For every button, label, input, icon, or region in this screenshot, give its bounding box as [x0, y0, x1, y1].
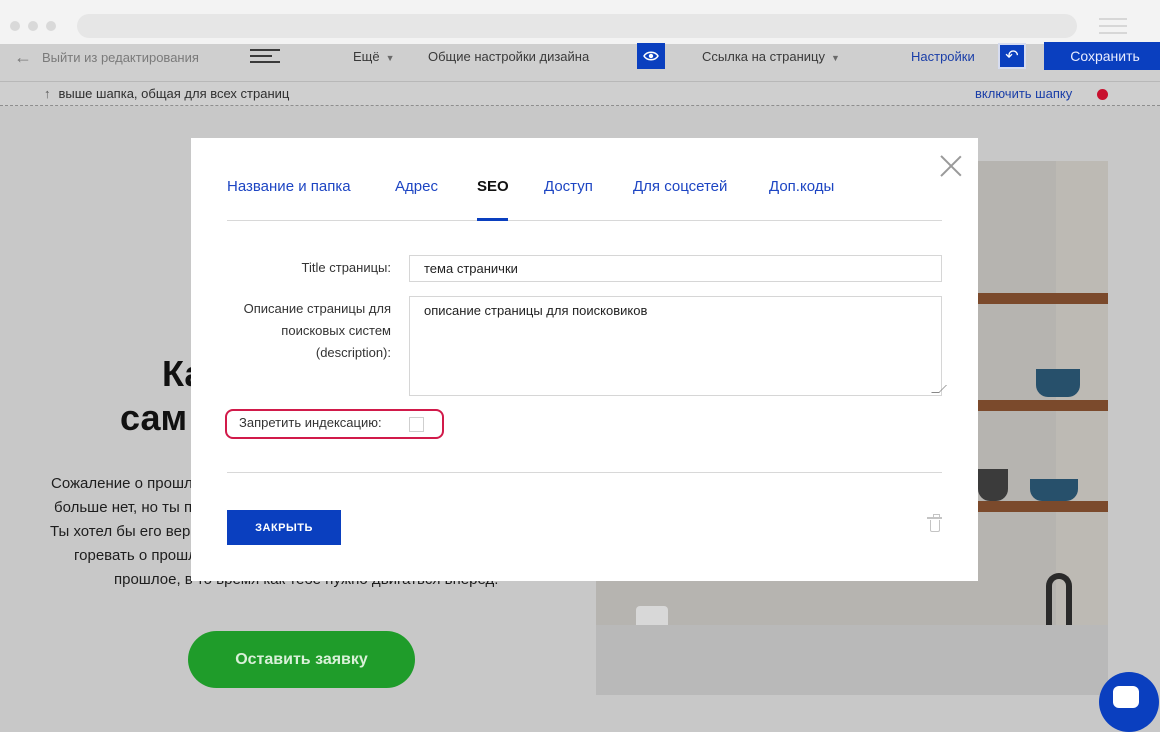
editor-toolbar: ← Выйти из редактирования Ещё ▼ Общие наст… [0, 42, 1160, 82]
header-strip: ↑ выше шапка, общая для всех страниц вклю… [0, 82, 1160, 106]
description-label: Описание страницы для поисковых систем (… [243, 301, 391, 360]
enable-header-link[interactable]: включить шапку [975, 86, 1072, 101]
tab-access[interactable]: Доступ [544, 178, 593, 195]
page-link-menu[interactable]: Ссылка на страницу ▼ [702, 47, 840, 68]
window-dot [46, 21, 56, 31]
tab-name-folder[interactable]: Название и папка [227, 178, 351, 195]
tab-extra-codes[interactable]: Доп.коды [769, 178, 834, 195]
chat-widget-button[interactable] [1099, 672, 1159, 732]
active-tab-indicator [477, 218, 508, 221]
tab-address[interactable]: Адрес [395, 178, 438, 195]
page-settings-modal: Название и папка Адрес SEO Доступ Для со… [191, 138, 978, 581]
resize-handle[interactable] [931, 385, 947, 393]
browser-menu-icon[interactable] [1099, 18, 1127, 39]
arrow-up-icon: ↑ [44, 86, 51, 101]
undo-icon: ↶ [1005, 48, 1019, 65]
header-strip-label: выше шапка, общая для всех страниц [58, 86, 290, 101]
preview-button[interactable] [637, 43, 665, 69]
chat-icon [1113, 686, 1139, 708]
noindex-label: Запретить индексацию: [239, 415, 382, 430]
tab-social[interactable]: Для соцсетей [633, 178, 727, 195]
noindex-checkbox[interactable] [409, 417, 424, 432]
window-dot [28, 21, 38, 31]
status-dot [1097, 89, 1108, 100]
close-icon[interactable] [940, 155, 962, 177]
caret-down-icon: ▼ [830, 53, 840, 63]
settings-link[interactable]: Настройки [911, 47, 975, 67]
description-textarea[interactable]: описание страницы для поисковиков [409, 296, 947, 396]
noindex-highlight: Запретить индексацию: [225, 409, 444, 439]
window-dot [10, 21, 20, 31]
arrow-left-icon: ← [14, 47, 32, 67]
address-bar[interactable] [77, 14, 1077, 38]
design-settings-link[interactable]: Общие настройки дизайна [428, 47, 589, 67]
more-menu[interactable]: Ещё ▼ [353, 47, 395, 68]
menu-icon[interactable] [250, 49, 280, 67]
close-button[interactable]: ЗАКРЫТЬ [227, 510, 341, 545]
divider [227, 472, 942, 473]
page-title-input[interactable]: тема странички [409, 255, 942, 282]
tab-seo[interactable]: SEO [477, 178, 509, 195]
settings-tabs: Название и папка Адрес SEO Доступ Для со… [227, 178, 942, 221]
save-button[interactable]: Сохранить [1044, 42, 1160, 70]
trash-icon[interactable] [927, 514, 942, 532]
request-button[interactable]: Оставить заявку [188, 631, 415, 688]
title-label: Title страницы: [301, 260, 391, 275]
exit-editing-link[interactable]: ← Выйти из редактирования [14, 47, 199, 68]
undo-button[interactable]: ↶ [998, 43, 1026, 69]
caret-down-icon: ▼ [385, 53, 395, 63]
eye-icon [643, 51, 659, 61]
browser-chrome [0, 0, 1160, 44]
